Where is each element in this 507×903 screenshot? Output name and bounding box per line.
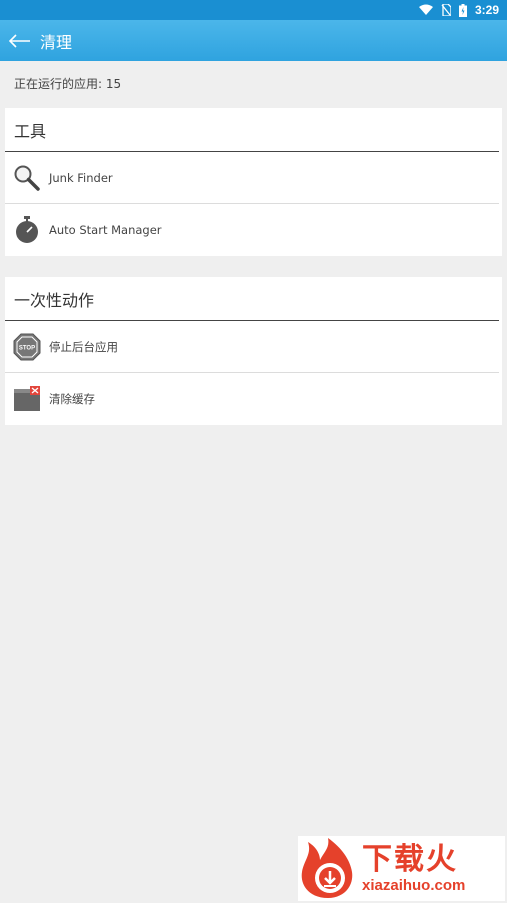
app-bar: 清理 [0, 20, 507, 61]
status-bar: 3:29 [0, 0, 507, 20]
wifi-icon [418, 4, 433, 15]
watermark-cn: 下载火 [362, 841, 458, 877]
actions-header: 一次性动作 [5, 277, 499, 321]
back-button[interactable] [0, 20, 40, 61]
tools-header: 工具 [5, 108, 499, 152]
tools-card: 工具 Junk Finder Auto Start Manager [5, 108, 502, 256]
auto-start-manager-item[interactable]: Auto Start Manager [5, 204, 499, 256]
window-close-icon [14, 386, 40, 411]
clear-cache-item[interactable]: 清除缓存 [5, 373, 499, 425]
junk-finder-item[interactable]: Junk Finder [5, 152, 499, 204]
running-apps-count: 正在运行的应用: 15 [14, 77, 122, 91]
actions-card: 一次性动作 STOP 停止后台应用 清除缓存 [5, 277, 502, 425]
junk-finder-label: Junk Finder [49, 170, 113, 185]
flame-logo-icon [301, 837, 353, 898]
stopwatch-icon [16, 216, 38, 243]
battery-icon [458, 3, 467, 17]
stop-sign-icon: STOP [13, 333, 41, 360]
back-arrow-icon [9, 33, 30, 48]
no-sim-icon [441, 4, 451, 16]
search-icon [14, 165, 40, 191]
stop-background-apps-label: 停止后台应用 [49, 339, 118, 354]
auto-start-manager-label: Auto Start Manager [49, 223, 162, 237]
status-time: 3:29 [474, 3, 499, 17]
stop-sign-text: STOP [19, 345, 35, 351]
watermark-en: xiazaihuo.com [362, 876, 466, 894]
page-title: 清理 [40, 32, 73, 52]
clear-cache-label: 清除缓存 [49, 392, 95, 406]
stop-background-apps-item[interactable]: STOP 停止后台应用 [5, 321, 499, 373]
watermark-logo: 下载火 xiazaihuo.com [298, 836, 505, 901]
